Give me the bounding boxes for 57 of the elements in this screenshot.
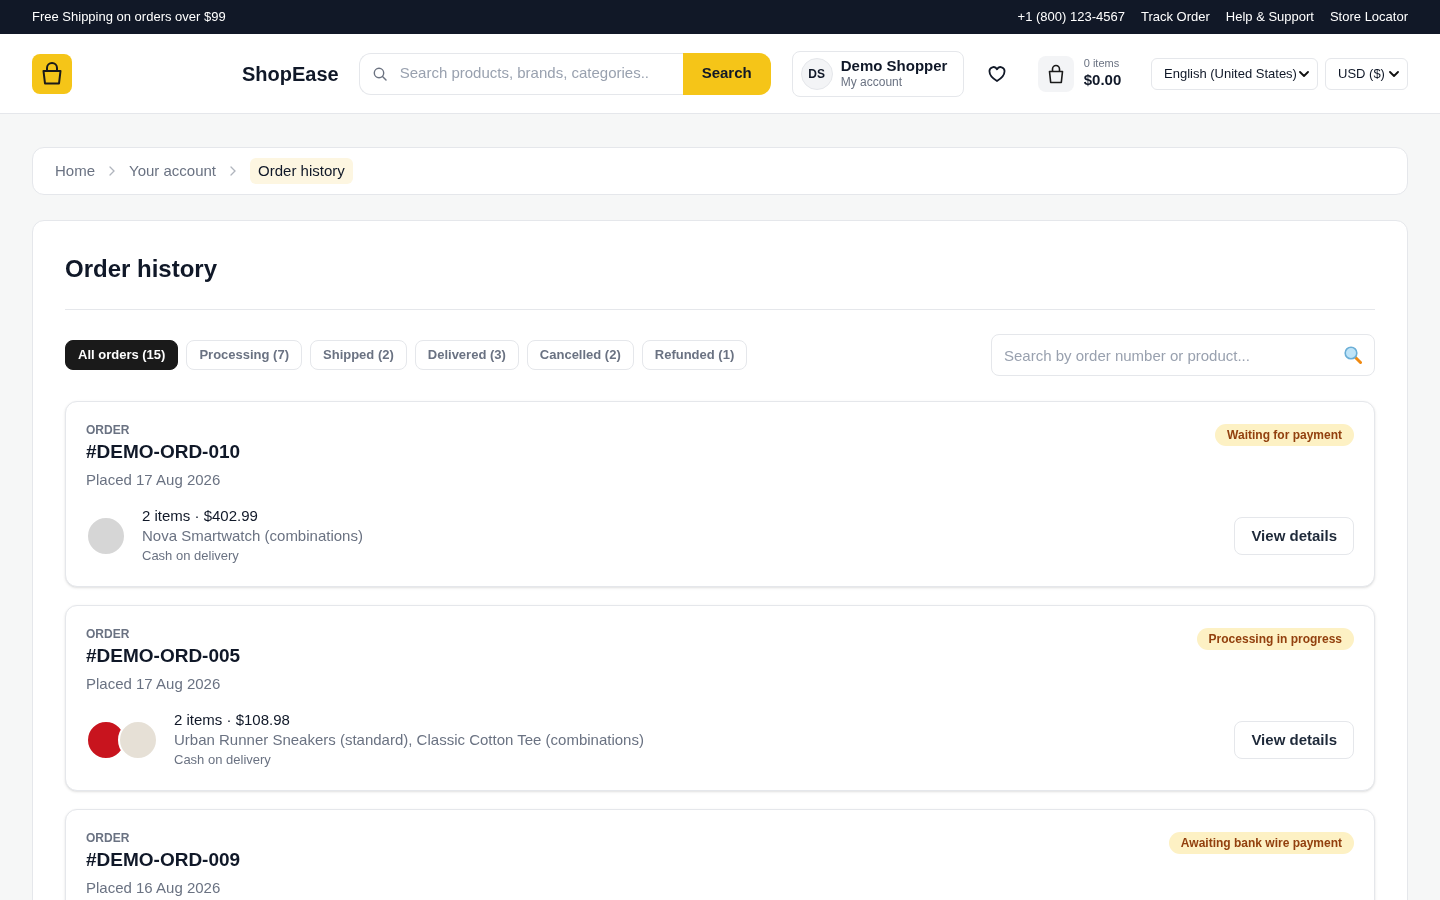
order-date: Placed 17 Aug 2026 — [86, 470, 222, 490]
heart-icon[interactable] — [987, 65, 1006, 82]
order-number: #DEMO-ORD-009 — [86, 848, 241, 872]
order-number: #DEMO-ORD-005 — [86, 644, 241, 668]
search-field[interactable]: Search products, brands, categories.. — [358, 52, 683, 95]
account-button[interactable]: DS Demo Shopper My account — [791, 50, 964, 97]
shopping-bag-logo-icon[interactable] — [32, 53, 72, 94]
order-number: #DEMO-ORD-010 — [86, 440, 241, 464]
search-icon — [372, 66, 387, 81]
order-label: ORDER — [86, 626, 131, 642]
order-date: Placed 16 Aug 2026 — [86, 878, 222, 898]
status-badge: Awaiting bank wire payment — [1168, 832, 1354, 854]
status-badge: Waiting for payment — [1215, 424, 1354, 446]
order-date: Placed 17 Aug 2026 — [86, 674, 222, 694]
payment-method: Cash on delivery — [142, 547, 240, 565]
filter-tab[interactable]: Cancelled (2) — [526, 340, 634, 370]
cart-count: 0 items — [1083, 57, 1121, 71]
chevron-down-icon — [1389, 70, 1399, 77]
chevron-right-icon — [230, 166, 237, 176]
filter-tab[interactable]: Shipped (2) — [310, 340, 407, 370]
order-label: ORDER — [86, 422, 131, 438]
top-bar-link[interactable]: Help & Support — [1225, 7, 1314, 27]
brand-name[interactable]: ShopEase — [242, 58, 339, 89]
top-bar-link[interactable]: +1 (800) 123-4567 — [1017, 7, 1125, 27]
chevron-right-icon — [109, 166, 115, 176]
filter-tab[interactable]: Refunded (1) — [641, 340, 748, 370]
account-subtitle: My account — [840, 75, 904, 91]
search-icon — [1344, 346, 1362, 364]
order-products: Urban Runner Sneakers (standard), Classic Cotton Tee (combinations) — [174, 730, 644, 750]
view-details-button[interactable]: View details — [1234, 517, 1354, 555]
payment-method: Cash on delivery — [174, 751, 272, 769]
order-summary: 2 items · $108.98 — [174, 710, 291, 730]
account-name: Demo Shopper — [840, 56, 948, 76]
order-label: ORDER — [86, 830, 131, 846]
breadcrumb-current: Order history — [250, 157, 353, 185]
currency-select[interactable]: USD ($) — [1325, 57, 1408, 90]
top-bar-link[interactable]: Track Order — [1140, 7, 1210, 27]
order-search-field[interactable]: Search by order number or product... — [991, 334, 1375, 376]
avatar-initials: DS — [800, 57, 833, 90]
status-badge: Processing in progress — [1196, 628, 1354, 650]
top-bar-link[interactable]: Store Locator — [1329, 7, 1408, 27]
cart-total: $0.00 — [1083, 71, 1122, 90]
filter-tab[interactable]: Processing (7) — [186, 340, 302, 370]
view-details-button[interactable]: View details — [1234, 721, 1354, 759]
breadcrumb-link[interactable]: Home — [55, 159, 95, 183]
cart-button[interactable] — [1037, 55, 1074, 92]
search-button[interactable]: Search — [682, 52, 771, 95]
order-summary: 2 items · $402.99 — [142, 506, 259, 526]
chevron-down-icon — [1299, 70, 1309, 77]
promo-text: Free Shipping on orders over $99 — [32, 8, 226, 27]
language-select[interactable]: English (United States) — [1151, 57, 1318, 90]
order-products: Nova Smartwatch (combinations) — [142, 526, 363, 546]
breadcrumb-link[interactable]: Your account — [129, 159, 217, 183]
filter-tab[interactable]: All orders (15) — [65, 340, 179, 370]
page-title: Order history — [65, 254, 219, 284]
shopping-bag-icon — [1046, 63, 1065, 84]
filter-tab[interactable]: Delivered (3) — [414, 340, 519, 370]
